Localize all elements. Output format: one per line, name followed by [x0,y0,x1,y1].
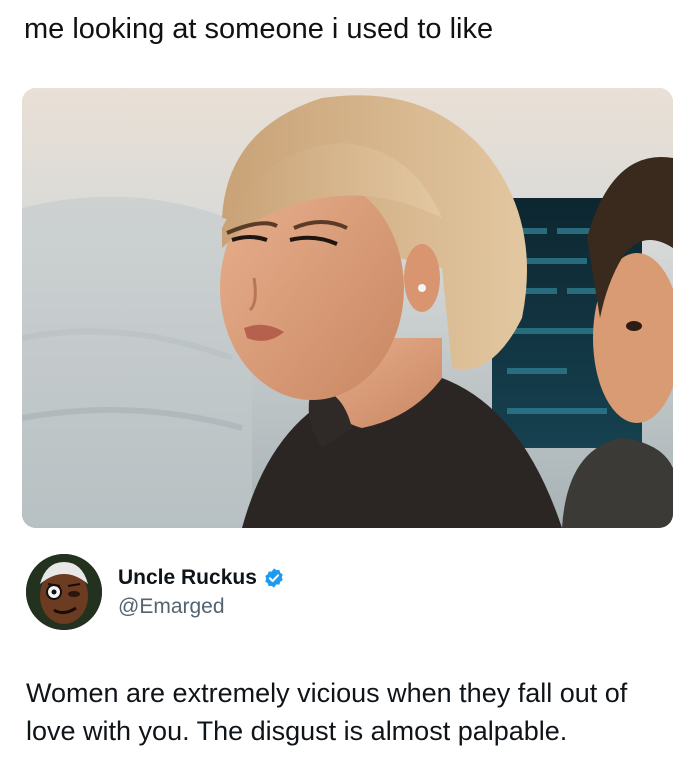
avatar[interactable] [26,554,102,630]
author-display-name[interactable]: Uncle Ruckus [118,566,257,590]
display-name-row: Uncle Ruckus [118,563,285,593]
author-names: Uncle Ruckus @Emarged [118,563,285,619]
tweet-text: Women are extremely vicious when they fa… [26,678,628,746]
tweet-media-image[interactable] [22,88,673,528]
author-handle[interactable]: @Emarged [118,595,285,619]
verified-badge-icon [263,567,285,589]
movie-still-illustration [22,88,673,528]
meme-caption: me looking at someone i used to like [24,13,494,45]
avatar-cartoon-face-icon [26,554,102,630]
tweet-author: Uncle Ruckus @Emarged [26,554,666,630]
